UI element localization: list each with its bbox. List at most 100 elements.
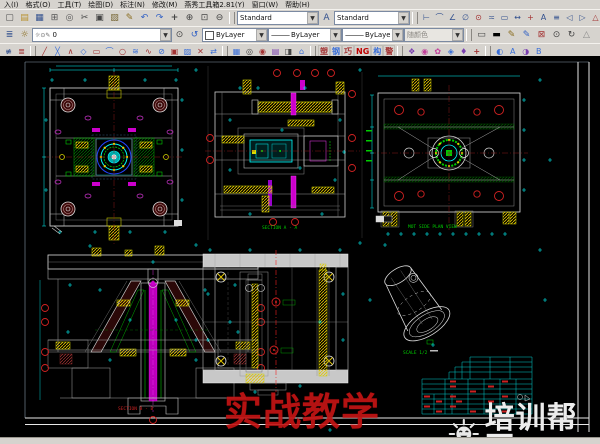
circle-dot-icon[interactable]: ⊙ (549, 28, 564, 43)
match-properties-icon[interactable]: ✎ (122, 11, 137, 26)
ejector-section-view (203, 248, 348, 395)
section-a-a-view: SECTION A - A (205, 70, 360, 232)
mold-drawing: SECTION A - A (0, 56, 600, 437)
projection-symbol (518, 395, 531, 402)
radius-dimension-icon[interactable]: ⊙ (472, 11, 485, 25)
drawing-canvas[interactable]: SECTION A - A (0, 56, 600, 437)
dropdown-arrow-icon[interactable]: ▼ (160, 29, 171, 41)
layer-states-icon[interactable]: ☼ (17, 28, 32, 43)
toolbar-grip[interactable] (412, 12, 418, 24)
center-mark-icon[interactable]: + (524, 11, 537, 25)
dim-style-combo[interactable]: Standard ▼ (334, 11, 410, 25)
pencil-blue-icon[interactable]: ✎ (519, 28, 534, 43)
quick-dimension-icon[interactable]: △ (589, 11, 600, 25)
layer-icon-group: ≣☼ (2, 28, 32, 43)
toolbar-grip[interactable] (229, 12, 235, 24)
layer-combo-value: 0 (52, 31, 158, 39)
ordinate-dimension-icon[interactable]: ▭ (498, 11, 511, 25)
linetype-combo-value: ByLayer (291, 31, 328, 39)
dropdown-arrow-icon[interactable]: ▼ (330, 29, 341, 41)
standard-toolbar: ▢▤▦⊞◎✂▣▨✎↶↷+⊕⊡⊖ Standard ▼ A Standard ▼ … (0, 9, 600, 26)
make-object-layer-icon[interactable]: ⊙ (172, 28, 187, 43)
layer-combo[interactable]: ☼⊙✎ 0 ▼ (32, 28, 172, 42)
linetype-combo[interactable]: ——— ByLayer ▼ (268, 28, 342, 42)
lineweight-combo[interactable]: ——— ByLayer ▼ (342, 28, 404, 42)
text-style-combo[interactable]: Standard ▼ (237, 11, 319, 25)
print-icon[interactable]: ⊞ (47, 11, 62, 26)
linear-dimension-icon[interactable]: ⊢ (420, 11, 433, 25)
pan-icon[interactable]: + (167, 11, 182, 26)
part-3d-view: SCALE 1/2 (371, 257, 455, 356)
white-rectangle-icon[interactable]: ▭ (474, 28, 489, 43)
menu-tools[interactable]: 工具(T) (58, 0, 82, 9)
command-line-strip[interactable] (0, 437, 600, 444)
color-combo[interactable]: ByLayer ▼ (202, 28, 268, 42)
cut-icon[interactable]: ✂ (77, 11, 92, 26)
black-rectangle-icon[interactable]: ▬ (489, 28, 504, 43)
diameter-dimension-icon[interactable]: ∅ (459, 11, 472, 25)
menu-bar: 入(I) 格式(O) 工具(T) 绘图(D) 标注(N) 修改(M) 燕秀工具箱2.81(Y… (0, 0, 600, 9)
zoom-previous-icon[interactable]: ⊖ (212, 11, 227, 26)
lineweight-sample-icon: ——— (345, 31, 363, 39)
baseline-dimension-icon[interactable]: ≍ (485, 11, 498, 25)
undo-icon[interactable]: ↶ (137, 11, 152, 26)
paste-icon[interactable]: ▨ (107, 11, 122, 26)
continue-dimension-icon[interactable]: ↔ (511, 11, 524, 25)
color-swatch (205, 31, 214, 40)
zoom-realtime-icon[interactable]: ⊕ (182, 11, 197, 26)
title-block-table (422, 357, 532, 414)
triangle-icon[interactable]: △ (579, 28, 594, 43)
section-b-b-view: SECTION B - B (40, 244, 265, 424)
dropdown-arrow-icon[interactable]: ▼ (392, 29, 403, 41)
leader-left-icon[interactable]: ◁ (563, 11, 576, 25)
layers-toolbar: ≣☼ ☼⊙✎ 0 ▼ ⊙↺ ByLayer ▼ ——— ByLayer ▼ ——… (0, 26, 600, 43)
toolbar-grip[interactable] (466, 29, 472, 41)
layer-previous-icon[interactable]: ↺ (187, 28, 202, 43)
angular-dimension-icon[interactable]: ∠ (446, 11, 459, 25)
layer-properties-icon[interactable]: ≣ (2, 28, 17, 43)
dropdown-arrow-icon[interactable]: ▼ (398, 12, 409, 24)
menu-format[interactable]: 格式(O) (26, 0, 51, 9)
open-file-icon[interactable]: ▤ (17, 11, 32, 26)
zoom-window-icon[interactable]: ⊡ (197, 11, 212, 26)
text-style-value: Standard (240, 14, 305, 22)
section-aa-label: SECTION A - A (262, 225, 298, 231)
new-file-icon[interactable]: ▢ (2, 11, 17, 26)
save-icon[interactable]: ▦ (32, 11, 47, 26)
aligned-dimension-icon[interactable]: ⌒ (433, 11, 446, 25)
dim-style-value: Standard (337, 14, 396, 22)
layer-state-icons: ☼⊙✎ (35, 32, 50, 39)
dropdown-arrow-icon[interactable]: ▼ (256, 29, 267, 41)
menu-draw[interactable]: 绘图(D) (88, 0, 113, 9)
menu-dimension[interactable]: 标注(N) (120, 0, 145, 9)
standard-icon-group: ▢▤▦⊞◎✂▣▨✎↶↷+⊕⊡⊖ (2, 11, 227, 26)
plan-view-top-right: MOT SIDE PLAN VIEW (366, 76, 528, 236)
plan-view-label: MOT SIDE PLAN VIEW (408, 224, 457, 230)
cad-application-window: 入(I) 格式(O) 工具(T) 绘图(D) 标注(N) 修改(M) 燕秀工具箱2.81(Y… (0, 0, 600, 444)
text-style-icon[interactable]: A (319, 11, 334, 26)
menu-insert[interactable]: 入(I) (4, 0, 19, 9)
dimension-text-icon[interactable]: A (537, 11, 550, 25)
pencil-icon[interactable]: ✎ (504, 28, 519, 43)
crossed-box-icon[interactable]: ⊠ (534, 28, 549, 43)
properties-icon-group: ▭▬✎✎⊠⊙↻△ (474, 28, 594, 43)
scale-label: SCALE 1/2 (403, 350, 428, 356)
copy-icon[interactable]: ▣ (92, 11, 107, 26)
lineweight-combo-value: ByLayer (365, 31, 390, 39)
leader-right-icon[interactable]: ▷ (576, 11, 589, 25)
menu-window[interactable]: 窗口(W) (252, 0, 278, 9)
title-block-entries (424, 381, 508, 413)
menu-modify[interactable]: 修改(M) (152, 0, 178, 9)
rotate-icon[interactable]: ↻ (564, 28, 579, 43)
menu-yanxiu-toolbox[interactable]: 燕秀工具箱2.81(Y) (184, 0, 244, 9)
dropdown-arrow-icon[interactable]: ▼ (307, 12, 318, 24)
misc-marks (427, 340, 438, 352)
redo-icon[interactable]: ↷ (152, 11, 167, 26)
menu-help[interactable]: 帮助(H) (285, 0, 310, 9)
plan-view-top-left (42, 66, 184, 244)
section-bb-label: SECTION B - B (118, 406, 154, 412)
tolerance-icon[interactable]: ≡ (550, 11, 563, 25)
print-preview-icon[interactable]: ◎ (62, 11, 77, 26)
layer-mid-icon-group: ⊙↺ (172, 28, 202, 43)
dropdown-arrow-icon: ▼ (452, 29, 463, 41)
